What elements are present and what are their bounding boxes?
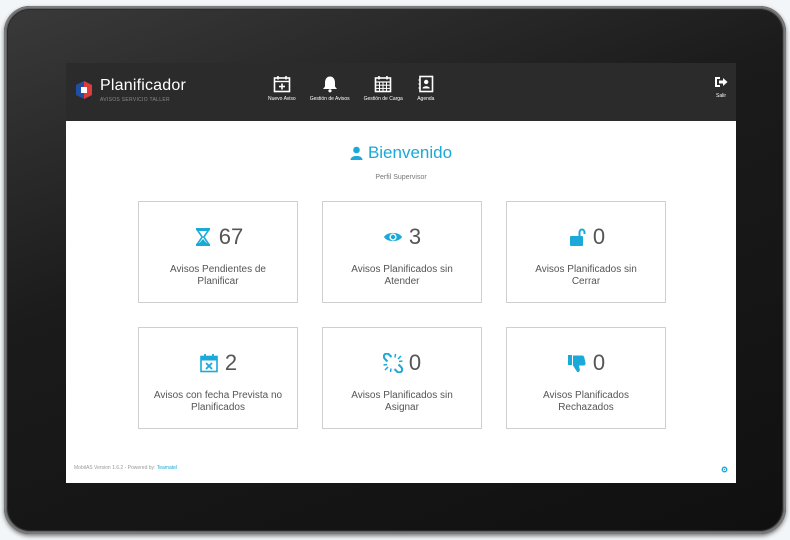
card-rechazados[interactable]: 0 Avisos Planificados Rechazados bbox=[506, 327, 666, 429]
card-value: 2 bbox=[224, 350, 238, 375]
calendar-grid-icon bbox=[374, 76, 392, 93]
bell-icon bbox=[322, 76, 337, 93]
welcome-heading: Bienvenido bbox=[350, 143, 452, 163]
nav-nuevo-aviso[interactable]: Nuevo Aviso bbox=[268, 75, 296, 102]
hourglass-icon bbox=[195, 228, 210, 246]
header-bar: Planificador AVISOS SERVICIO TALLER Nuev… bbox=[66, 63, 736, 121]
card-fecha-prevista[interactable]: 2 Avisos con fecha Prevista no Planifica… bbox=[138, 327, 298, 429]
welcome-section: Bienvenido Perfil Supervisor bbox=[66, 143, 736, 181]
profile-label: Perfil Supervisor bbox=[375, 174, 427, 181]
card-sin-cerrar[interactable]: 0 Avisos Planificados sin Cerrar bbox=[506, 201, 666, 303]
welcome-title: Bienvenido bbox=[367, 143, 453, 162]
card-value: 3 bbox=[408, 224, 422, 249]
nav-label: Nuevo Aviso bbox=[268, 96, 296, 102]
logout-label: Salir bbox=[715, 93, 726, 99]
contact-book-icon bbox=[418, 75, 434, 93]
card-label: Avisos Pendientes de Planificar bbox=[170, 264, 266, 287]
card-value: 67 bbox=[218, 224, 244, 249]
broken-link-icon bbox=[382, 353, 403, 373]
card-label: Avisos Planificados sin Atender bbox=[351, 264, 453, 287]
card-sin-atender[interactable]: 3 Avisos Planificados sin Atender bbox=[322, 201, 482, 303]
settings-gear-icon[interactable] bbox=[721, 466, 728, 473]
unlock-icon bbox=[569, 228, 586, 246]
card-label: Avisos Planificados sin Cerrar bbox=[535, 264, 637, 287]
calendar-plus-icon bbox=[273, 76, 291, 93]
app-title: Planificador bbox=[100, 77, 187, 94]
brand[interactable]: Planificador AVISOS SERVICIO TALLER bbox=[74, 77, 186, 103]
main-nav: Nuevo Aviso Gestión de Avisos Gestión de… bbox=[268, 75, 449, 102]
calendar-x-icon bbox=[200, 354, 218, 373]
card-value: 0 bbox=[592, 350, 606, 375]
card-sin-asignar[interactable]: 0 Avisos Planificados sin Asignar bbox=[322, 327, 482, 429]
logout-button[interactable]: Salir bbox=[714, 75, 728, 99]
app-subtitle: AVISOS SERVICIO TALLER bbox=[100, 97, 170, 103]
card-label: Avisos Planificados Rechazados bbox=[543, 390, 629, 413]
card-value: 0 bbox=[408, 350, 422, 375]
nav-agenda[interactable]: Agenda bbox=[417, 75, 435, 102]
sign-out-icon bbox=[715, 77, 728, 87]
card-pendientes-planificar[interactable]: 67 Avisos Pendientes de Planificar bbox=[138, 201, 298, 303]
thumbs-down-icon bbox=[567, 355, 586, 372]
card-label: Avisos con fecha Prevista no Planificado… bbox=[153, 390, 283, 413]
nav-label: Gestión de Carga bbox=[363, 96, 403, 102]
card-value: 0 bbox=[592, 224, 606, 249]
user-icon bbox=[350, 146, 363, 160]
powered-by-link[interactable]: Teamatel bbox=[157, 465, 177, 471]
app-logo-icon bbox=[76, 81, 92, 99]
eye-icon bbox=[383, 232, 402, 242]
footer: MobilAS Version 1.6.2 - Powered by: Team… bbox=[74, 465, 177, 471]
version-text: MobilAS Version 1.6.2 - Powered by: bbox=[74, 465, 156, 471]
app-screen: Planificador AVISOS SERVICIO TALLER Nuev… bbox=[66, 63, 736, 483]
nav-label: Gestión de Avisos bbox=[309, 96, 350, 102]
nav-gestion-carga[interactable]: Gestión de Carga bbox=[364, 75, 403, 102]
nav-gestion-avisos[interactable]: Gestión de Avisos bbox=[310, 75, 350, 102]
nav-label: Agenda bbox=[417, 96, 435, 102]
card-label: Avisos Planificados sin Asignar bbox=[351, 390, 453, 413]
